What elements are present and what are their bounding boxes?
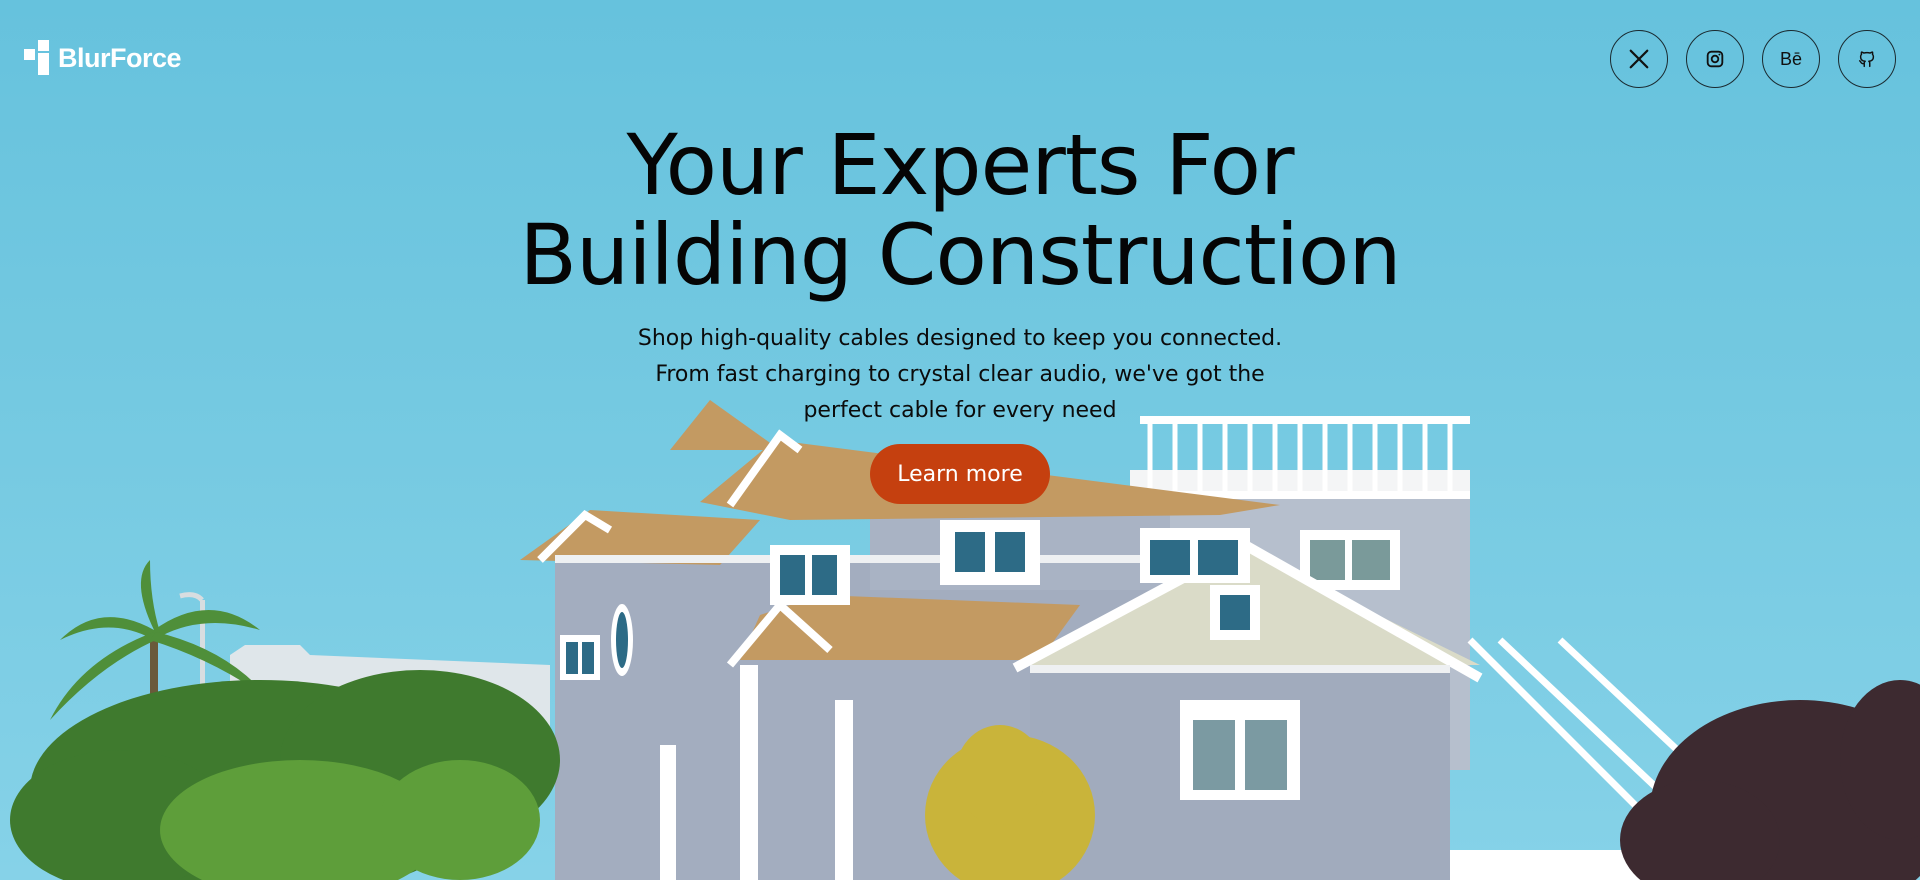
x-link[interactable]: [1610, 30, 1668, 88]
instagram-icon: [1706, 50, 1724, 68]
github-icon: [1858, 51, 1875, 68]
hero-title-line-1: Your Experts For: [626, 116, 1295, 214]
hero-subtitle: Shop high-quality cables designed to kee…: [0, 321, 1920, 429]
logo-icon: [24, 40, 49, 75]
brand-logo[interactable]: BlurForce: [24, 40, 182, 76]
hero-subtitle-line-3: perfect cable for every need: [803, 398, 1117, 423]
behance-icon: Bē: [1779, 48, 1803, 69]
behance-link[interactable]: Bē: [1762, 30, 1820, 88]
instagram-link[interactable]: [1686, 30, 1744, 88]
brand-name: BlurForce: [58, 42, 182, 73]
hero-title: Your Experts For Building Construction: [0, 120, 1920, 300]
hero-title-line-2: Building Construction: [519, 206, 1401, 304]
x-icon: [1629, 49, 1649, 69]
learn-more-button[interactable]: Learn more: [870, 444, 1050, 504]
hero-subtitle-line-1: Shop high-quality cables designed to kee…: [637, 326, 1283, 351]
github-link[interactable]: [1838, 30, 1896, 88]
social-links: Bē: [1610, 30, 1896, 88]
hero-subtitle-line-2: From fast charging to crystal clear audi…: [655, 362, 1265, 387]
